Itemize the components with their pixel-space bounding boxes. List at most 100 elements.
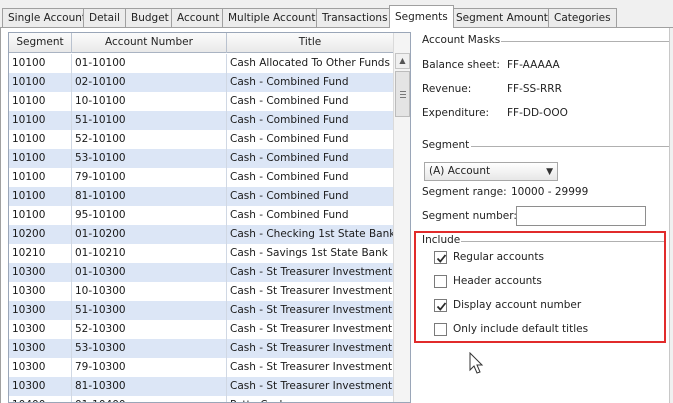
scroll-up-arrow-icon[interactable]: ▲ <box>395 53 410 69</box>
segment-dropdown[interactable]: (A) Account ▼ <box>424 162 558 181</box>
account-number-cell: 01-10300 <box>72 263 227 282</box>
title-cell: Cash - Checking 1st State Bank <box>227 225 394 244</box>
table-row[interactable]: 10100 52-10100 Cash - Combined Fund <box>9 130 394 149</box>
display-account-number-checkbox[interactable] <box>434 299 447 312</box>
title-cell: Cash - Combined Fund <box>227 130 394 149</box>
default-titles-checkbox[interactable] <box>434 323 447 336</box>
accounts-grid[interactable]: Segment Account Number Title 10100 01-101… <box>8 32 411 403</box>
account-number-cell: 01-10100 <box>72 54 227 73</box>
title-cell: Cash - Combined Fund <box>227 206 394 225</box>
account-number-cell: 01-10200 <box>72 225 227 244</box>
column-header-account-number[interactable]: Account Number <box>72 33 227 53</box>
account-number-cell: 51-10100 <box>72 111 227 130</box>
table-row[interactable]: 10300 81-10300 Cash - St Treasurer Investm… <box>9 377 394 396</box>
table-row[interactable]: 10300 52-10300 Cash - St Treasurer Investm… <box>9 320 394 339</box>
account-masks-divider <box>501 41 669 42</box>
table-row[interactable]: 10100 02-10100 Cash - Combined Fund <box>9 73 394 92</box>
checkmark-icon <box>436 302 447 311</box>
table-row[interactable]: 10300 01-10300 Cash - St Treasurer Investm… <box>9 263 394 282</box>
account-number-cell: 81-10300 <box>72 377 227 396</box>
column-header-title[interactable]: Title <box>227 33 394 53</box>
scroll-thumb[interactable] <box>395 71 410 117</box>
title-cell: Cash - Combined Fund <box>227 187 394 206</box>
account-number-cell: 81-10100 <box>72 187 227 206</box>
title-cell: Petty Cash <box>227 396 394 402</box>
segment-divider <box>471 146 669 147</box>
account-masks-heading: Account Masks <box>422 34 501 46</box>
column-header-segment[interactable]: Segment <box>9 33 72 53</box>
tab-segments[interactable]: Segments <box>389 5 454 28</box>
tab-account[interactable]: Account <box>171 8 226 28</box>
title-cell: Cash - Savings 1st State Bank <box>227 244 394 263</box>
table-row[interactable]: 10300 79-10300 Cash - St Treasurer Investm… <box>9 358 394 377</box>
tab-bar: Single Account Detail Budget Account Mul… <box>0 0 673 28</box>
tab-categories[interactable]: Categories <box>548 8 617 28</box>
segment-cell: 10200 <box>9 225 72 244</box>
segment-heading: Segment <box>422 139 470 151</box>
tab-transactions[interactable]: Transactions <box>316 8 394 28</box>
include-divider <box>461 241 664 242</box>
grid-body: 10100 01-10100 Cash Allocated To Other Fun… <box>9 54 394 402</box>
segment-number-input[interactable] <box>516 206 646 226</box>
account-number-cell: 53-10300 <box>72 339 227 358</box>
segment-cell: 10210 <box>9 244 72 263</box>
table-row[interactable]: 10300 51-10300 Cash - St Treasurer Investm… <box>9 301 394 320</box>
table-row[interactable]: 10210 01-10210 Cash - Savings 1st State Ba… <box>9 244 394 263</box>
account-number-cell: 01-10400 <box>72 396 227 402</box>
revenue-label: Revenue: <box>422 83 472 95</box>
thumb-grip-line <box>400 97 406 98</box>
segment-number-label: Segment number: <box>422 210 517 222</box>
checkmark-icon <box>436 254 447 263</box>
account-number-cell: 95-10100 <box>72 206 227 225</box>
table-row[interactable]: 10100 51-10100 Cash - Combined Fund <box>9 111 394 130</box>
title-cell: Cash - Combined Fund <box>227 149 394 168</box>
title-cell: Cash - St Treasurer Investment <box>227 358 394 377</box>
mouse-pointer-icon <box>469 352 484 374</box>
segment-cell: 10100 <box>9 111 72 130</box>
expenditure-label: Expenditure: <box>422 107 490 119</box>
segment-cell: 10100 <box>9 187 72 206</box>
table-row[interactable]: 10100 81-10100 Cash - Combined Fund <box>9 187 394 206</box>
account-number-cell: 02-10100 <box>72 73 227 92</box>
expenditure-mask: FF-DD-OOO <box>507 107 568 119</box>
segment-cell: 10300 <box>9 282 72 301</box>
table-row[interactable]: 1040001-10400Petty Cash <box>9 396 394 402</box>
tab-single-account[interactable]: Single Account <box>2 8 93 28</box>
table-row[interactable]: 10200 01-10200 Cash - Checking 1st State B… <box>9 225 394 244</box>
tab-detail[interactable]: Detail <box>83 8 126 28</box>
account-number-cell: 10-10300 <box>72 282 227 301</box>
table-row[interactable]: 10300 10-10300 Cash - St Treasurer Investm… <box>9 282 394 301</box>
table-row[interactable]: 10100 95-10100 Cash - Combined Fund <box>9 206 394 225</box>
title-cell: Cash - St Treasurer Investment <box>227 282 394 301</box>
segment-cell: 10400 <box>9 396 72 402</box>
tab-multiple-accounts[interactable]: Multiple Accounts <box>222 8 327 28</box>
title-cell: Cash - St Treasurer Investment <box>227 339 394 358</box>
balance-sheet-mask: FF-AAAAA <box>507 59 560 71</box>
segment-cell: 10100 <box>9 168 72 187</box>
header-accounts-checkbox[interactable] <box>434 275 447 288</box>
account-number-cell: 52-10100 <box>72 130 227 149</box>
grid-vertical-scrollbar[interactable]: ▲ <box>393 33 410 402</box>
table-row[interactable]: 10100 10-10100 Cash - Combined Fund <box>9 92 394 111</box>
title-cell: Cash - St Treasurer Investment <box>227 301 394 320</box>
account-number-cell: 10-10100 <box>72 92 227 111</box>
title-cell: Cash - St Treasurer Investment <box>227 377 394 396</box>
title-cell: Cash - Combined Fund <box>227 73 394 92</box>
segment-cell: 10300 <box>9 301 72 320</box>
tab-budget[interactable]: Budget <box>125 8 175 28</box>
tab-segment-amounts[interactable]: Segment Amounts <box>450 8 560 28</box>
account-number-cell: 51-10300 <box>72 301 227 320</box>
table-row[interactable]: 10300 53-10300 Cash - St Treasurer Investm… <box>9 339 394 358</box>
regular-accounts-label: Regular accounts <box>453 251 544 263</box>
segment-cell: 10100 <box>9 54 72 73</box>
table-row[interactable]: 10100 01-10100 Cash Allocated To Other Fun… <box>9 54 394 73</box>
default-titles-label: Only include default titles <box>453 323 589 335</box>
segment-dropdown-value: (A) Account <box>429 165 491 177</box>
table-row[interactable]: 10100 79-10100 Cash - Combined Fund <box>9 168 394 187</box>
table-row[interactable]: 10100 53-10100 Cash - Combined Fund <box>9 149 394 168</box>
segment-cell: 10300 <box>9 358 72 377</box>
segment-range-label: Segment range: <box>422 186 507 198</box>
title-cell: Cash Allocated To Other Funds <box>227 54 394 73</box>
regular-accounts-checkbox[interactable] <box>434 251 447 264</box>
segment-cell: 10100 <box>9 130 72 149</box>
